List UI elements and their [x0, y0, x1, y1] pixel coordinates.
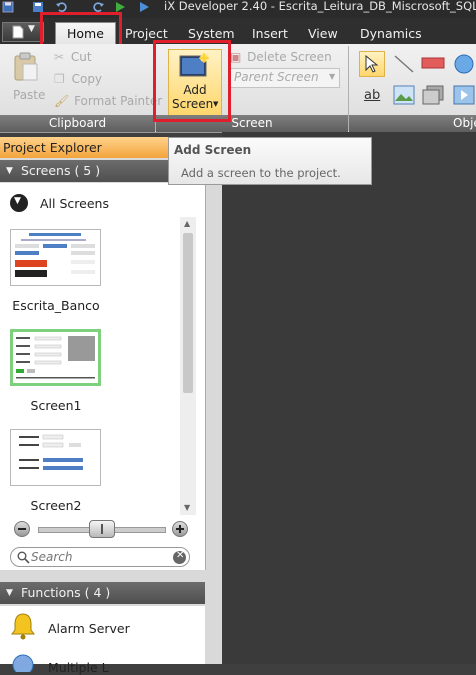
multiple-languages-icon — [12, 654, 34, 672]
all-screens-toggle[interactable]: ▼ — [10, 194, 28, 212]
functions-list: Alarm Server Multiple L — [0, 606, 205, 675]
screens-list: ▼ All Screens Escrita_Banco Screen1 Scre… — [0, 183, 206, 570]
collapse-triangle-icon: ▼ — [6, 166, 13, 176]
screens-scrollbar[interactable]: ▲ ▼ — [180, 217, 196, 515]
screen-thumbnail[interactable] — [10, 329, 101, 386]
copy-icon: ❐ — [54, 72, 65, 86]
screen-preview-screen1 — [16, 336, 95, 379]
paste-button[interactable]: Paste — [6, 50, 46, 104]
objects-group: ab Obje — [349, 44, 476, 132]
zoom-in-button[interactable] — [172, 521, 188, 537]
objects-group-label: Obje — [349, 115, 476, 132]
ribbon: Paste ✂ Cut ❐ Copy 🖌 Format Painter Clip… — [0, 44, 476, 133]
multi-picture-icon[interactable] — [422, 85, 444, 105]
screen-name[interactable]: Screen1 — [0, 398, 112, 413]
chevron-down-icon: ▼ — [329, 72, 336, 81]
function-item-multiple-languages[interactable]: Multiple L — [48, 660, 109, 675]
workspace-area — [222, 132, 476, 664]
delete-screen-button[interactable]: ▣ Delete Screen — [230, 49, 332, 65]
copy-label: Copy — [71, 72, 103, 86]
add-screen-tooltip: Add Screen Add a screen to the project. — [168, 137, 372, 185]
tooltip-title: Add Screen — [174, 143, 252, 157]
screen-thumbnail[interactable] — [10, 229, 101, 286]
ellipse-tool-icon[interactable] — [453, 53, 475, 75]
paste-label: Paste — [13, 88, 46, 102]
zoom-slider[interactable] — [38, 520, 166, 538]
search-icon — [17, 551, 30, 564]
tab-dynamics[interactable]: Dynamics — [360, 26, 422, 42]
screen-name[interactable]: Escrita_Banco — [0, 298, 112, 313]
scissors-icon: ✂ — [54, 50, 65, 64]
parent-screen-dropdown[interactable]: Parent Screen ▼ — [230, 68, 340, 88]
screen-name[interactable]: Screen2 — [0, 498, 112, 513]
image-tool-icon[interactable] — [393, 85, 415, 105]
project-explorer-title: Project Explorer — [0, 137, 168, 158]
rectangle-tool-icon[interactable] — [421, 56, 445, 70]
screen-thumbnail[interactable] — [10, 429, 101, 486]
format-painter-button[interactable]: 🖌 Format Painter — [54, 93, 162, 109]
copy-button[interactable]: ❐ Copy — [54, 71, 102, 87]
tab-view[interactable]: View — [308, 26, 338, 42]
document-icon — [12, 25, 24, 39]
chevron-down-icon: ▼ — [14, 196, 21, 206]
file-menu-button[interactable]: ▼ — [2, 22, 44, 42]
all-screens-label: All Screens — [40, 196, 109, 211]
screen-preview-escrita-banco — [15, 233, 95, 277]
delete-screen-icon: ▣ — [230, 50, 242, 64]
zoom-out-button[interactable] — [14, 521, 30, 537]
cursor-icon — [365, 55, 379, 73]
paintbrush-icon: 🖌 — [54, 94, 70, 108]
close-icon: ✕ — [176, 550, 185, 561]
parent-screen-value: Parent Screen — [234, 70, 319, 84]
alarm-bell-icon — [11, 613, 35, 640]
screen-preview-screen2 — [19, 434, 83, 470]
clear-search-button[interactable]: ✕ — [173, 550, 186, 564]
plus-icon-v — [179, 525, 181, 533]
scrollbar-thumb[interactable] — [183, 233, 193, 393]
add-screen-highlight — [153, 40, 231, 122]
text-tool-icon[interactable]: ab — [364, 88, 380, 103]
screens-section-label: Screens ( 5 ) — [21, 163, 101, 178]
window-title: iX Developer 2.40 - Escrita_Leitura_DB_M… — [164, 0, 476, 13]
line-tool-icon[interactable] — [393, 54, 415, 74]
search-input[interactable] — [31, 549, 167, 565]
search-box[interactable]: ✕ — [10, 547, 190, 567]
app-save-icon[interactable] — [2, 1, 14, 13]
clipboard-group: Paste ✂ Cut ❐ Copy 🖌 Format Painter Clip… — [0, 44, 162, 132]
tab-insert[interactable]: Insert — [252, 26, 288, 42]
tooltip-description: Add a screen to the project. — [181, 166, 341, 180]
cut-label: Cut — [70, 50, 92, 64]
functions-section-header[interactable]: ▼ Functions ( 4 ) — [0, 582, 205, 604]
cut-button[interactable]: ✂ Cut — [54, 49, 92, 65]
simulate-icon[interactable] — [138, 1, 150, 13]
minus-icon — [18, 528, 26, 530]
select-tool-button[interactable] — [359, 51, 385, 77]
functions-section-label: Functions ( 4 ) — [21, 585, 111, 600]
function-item-alarm-server[interactable]: Alarm Server — [48, 621, 130, 636]
grip-icon — [101, 524, 103, 534]
format-painter-label: Format Painter — [74, 94, 163, 108]
clipboard-icon — [14, 52, 38, 81]
scroll-up-icon: ▲ — [184, 219, 191, 228]
collapse-triangle-icon: ▼ — [6, 588, 13, 598]
delete-screen-label: Delete Screen — [247, 50, 332, 64]
media-player-icon[interactable] — [451, 85, 475, 105]
zoom-slider-handle[interactable] — [89, 520, 115, 538]
chevron-down-icon: ▼ — [28, 24, 35, 34]
scroll-down-icon: ▼ — [184, 503, 191, 512]
clipboard-group-label: Clipboard — [0, 115, 155, 132]
